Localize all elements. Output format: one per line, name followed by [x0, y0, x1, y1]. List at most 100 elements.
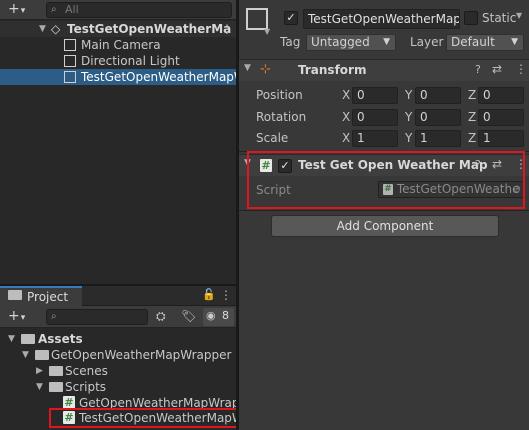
lock-icon[interactable]: 🔓: [202, 288, 216, 301]
tag-dropdown[interactable]: Untagged ▼: [306, 34, 396, 51]
folder-label: Scripts: [65, 380, 107, 394]
search-icon: ⌕: [51, 311, 57, 322]
folder-icon: [35, 350, 49, 360]
axis-y-label: Y: [405, 88, 413, 102]
layer-value: Default: [451, 35, 495, 49]
position-z-field[interactable]: 0: [478, 87, 524, 104]
hierarchy-item-directional-light[interactable]: Directional Light: [0, 53, 236, 69]
axis-x-label: X: [342, 110, 351, 124]
component-divider: [239, 210, 529, 211]
static-checkbox[interactable]: [464, 11, 478, 25]
field-value: 0: [483, 88, 491, 102]
more-options-icon[interactable]: ⋮: [220, 288, 232, 302]
project-item-scenes[interactable]: ▶ Scenes: [0, 363, 236, 379]
gameobject-cube-icon: [64, 55, 76, 67]
hierarchy-item-testgetopenweathermap[interactable]: TestGetOpenWeatherMapWr: [0, 69, 250, 85]
search-placeholder: All: [65, 3, 79, 16]
folder-icon: [49, 366, 63, 376]
expand-arrow-icon[interactable]: ▼: [8, 331, 15, 347]
scale-y-field[interactable]: 1: [415, 130, 461, 147]
axis-y-label: Y: [405, 131, 413, 145]
scale-z-field[interactable]: 1: [478, 130, 524, 147]
transform-header[interactable]: ▼ ⊹ Transform ? ⇄ ⋮: [239, 59, 529, 81]
unity-scene-icon: ◇: [51, 22, 61, 36]
folder-label: Scenes: [65, 364, 108, 378]
transform-axes-icon: ⊹: [260, 62, 271, 77]
field-value: 1: [420, 131, 428, 145]
add-label: +: [8, 1, 20, 17]
expand-arrow-icon[interactable]: ▼: [36, 379, 43, 395]
axis-z-label: Z: [468, 88, 477, 102]
hierarchy-item-label: Main Camera: [81, 38, 161, 52]
expand-arrow-icon[interactable]: ▼: [39, 21, 46, 37]
hierarchy-search-input[interactable]: ⌕ All: [46, 2, 232, 18]
project-search-input[interactable]: ⌕: [46, 309, 148, 325]
tag-label: Tag: [280, 35, 301, 49]
chevron-down-icon: ▼: [511, 37, 518, 47]
field-value: 1: [483, 131, 491, 145]
field-value: 0: [483, 110, 491, 124]
hierarchy-item-label: TestGetOpenWeatherMapWr: [81, 70, 251, 84]
static-label: Static: [482, 11, 517, 25]
position-y-field[interactable]: 0: [415, 87, 461, 104]
hidden-count: 8: [222, 309, 229, 322]
add-component-button[interactable]: Add Component: [271, 215, 499, 237]
position-x-field[interactable]: 0: [352, 87, 398, 104]
tab-project[interactable]: Project: [0, 286, 82, 306]
rotation-z-field[interactable]: 0: [478, 109, 524, 126]
project-item-script-test[interactable]: # TestGetOpenWeatherMapW: [49, 408, 244, 428]
scene-name: TestGetOpenWeatherMa: [67, 22, 232, 36]
project-item-package[interactable]: ▼ GetOpenWeatherMapWrapper: [0, 347, 236, 363]
field-value: 0: [420, 110, 428, 124]
layer-label: Layer: [410, 35, 444, 49]
scale-x-field[interactable]: 1: [352, 130, 398, 147]
axis-x-label: X: [342, 131, 351, 145]
hidden-packages-toggle[interactable]: ◉ 8: [203, 308, 234, 326]
axis-z-label: Z: [468, 110, 477, 124]
hierarchy-item-main-camera[interactable]: Main Camera: [0, 37, 236, 53]
folder-label: GetOpenWeatherMapWrapper: [51, 348, 232, 362]
gameobject-cube-icon: [64, 71, 76, 83]
field-value: 0: [420, 88, 428, 102]
expand-arrow-icon[interactable]: ▼: [244, 63, 251, 73]
eye-slash-icon: ◉: [206, 309, 216, 322]
project-item-scripts[interactable]: ▼ Scripts: [0, 379, 236, 395]
more-options-icon[interactable]: ⋮: [515, 62, 527, 76]
component-title: Transform: [298, 63, 367, 77]
chevron-down-icon: ▼: [383, 37, 390, 47]
csharp-script-icon: #: [63, 411, 75, 424]
chevron-down-icon[interactable]: ▼: [264, 27, 270, 36]
tab-project-label: Project: [27, 290, 69, 304]
tag-value: Untagged: [311, 35, 370, 49]
highlight-box: [247, 151, 525, 209]
project-item-assets[interactable]: ▼ Assets: [0, 331, 236, 347]
folder-icon: [21, 334, 35, 344]
project-add-button[interactable]: +▾: [8, 307, 25, 327]
gameobject-cube-icon: [64, 39, 76, 51]
field-value: 0: [357, 110, 365, 124]
search-by-label-icon[interactable]: 🏷: [181, 309, 196, 323]
chevron-down-icon: ▾: [20, 313, 26, 323]
search-by-type-icon[interactable]: ⛭: [156, 309, 166, 324]
more-options-icon[interactable]: ⋮: [221, 21, 233, 37]
active-checkbox[interactable]: ✓: [284, 11, 298, 25]
layer-dropdown[interactable]: Default ▼: [446, 34, 524, 51]
collapse-arrow-icon[interactable]: ▶: [36, 363, 43, 379]
help-icon[interactable]: ?: [475, 63, 481, 76]
axis-z-label: Z: [468, 131, 477, 145]
scene-row[interactable]: ▼ ◇ TestGetOpenWeatherMa ⋮: [0, 21, 236, 37]
rotation-y-field[interactable]: 0: [415, 109, 461, 126]
folder-icon: [49, 382, 63, 392]
presets-icon[interactable]: ⇄: [492, 62, 502, 76]
search-icon: ⌕: [51, 4, 57, 15]
scale-label: Scale: [256, 131, 289, 145]
field-value: 1: [357, 131, 365, 145]
hierarchy-add-button[interactable]: +▾: [8, 0, 25, 20]
folder-icon: [8, 290, 22, 300]
expand-arrow-icon[interactable]: ▼: [22, 347, 29, 363]
folder-label: Assets: [38, 332, 83, 346]
rotation-x-field[interactable]: 0: [352, 109, 398, 126]
chevron-down-icon[interactable]: ▼: [516, 11, 522, 20]
script-label: TestGetOpenWeatherMapW: [79, 411, 244, 425]
object-name-field[interactable]: TestGetOpenWeatherMap: [303, 9, 460, 29]
